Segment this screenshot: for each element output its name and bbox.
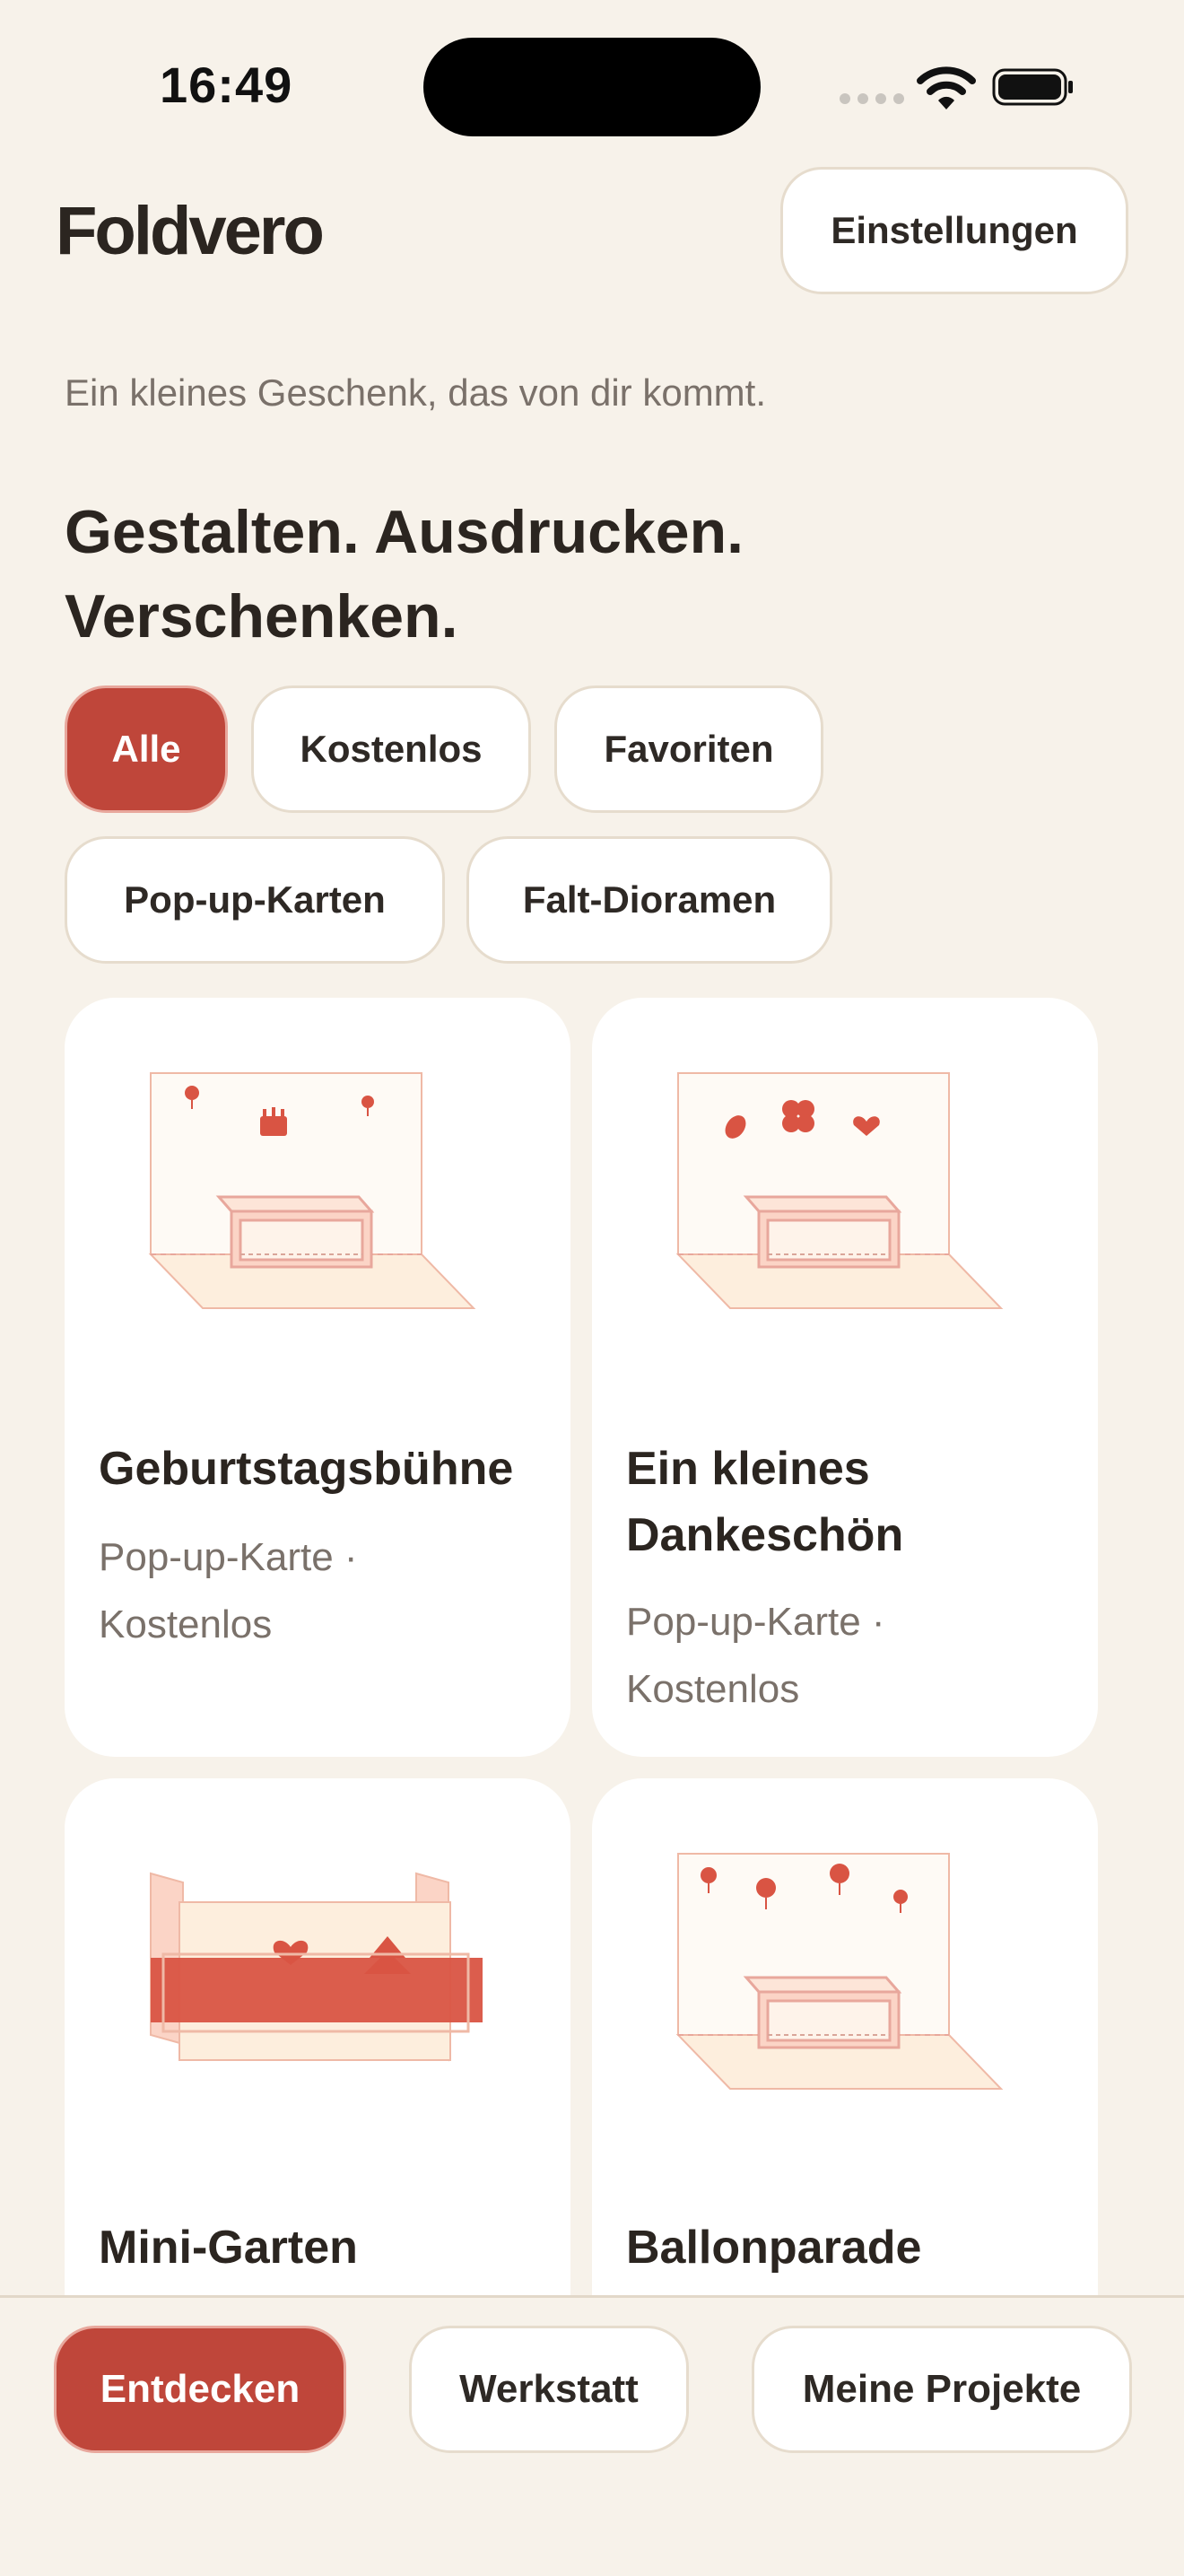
card-title: Ein kleines Dankeschön [626, 1436, 1075, 1568]
card-title: Mini-Garten [99, 2222, 358, 2274]
dynamic-island [423, 38, 761, 136]
card-meta-line-1: Pop-up-Karte · [99, 1535, 358, 1579]
card-meta: Pop-up-Karte · Kostenlos [626, 1588, 1075, 1723]
filter-chip-favoriten[interactable]: Favoriten [554, 685, 823, 813]
page-headline: Gestalten. Ausdrucken. Verschenken. [65, 490, 744, 659]
card-meta: Pop-up-Karte · Kostenlos [99, 1524, 547, 1658]
card-meta-line-2: Kostenlos [626, 1667, 800, 1711]
card-title: Geburtstagsbühne [99, 1443, 514, 1495]
filter-chip-kostenlos[interactable]: Kostenlos [251, 685, 531, 813]
tab-meine-projekte[interactable]: Meine Projekte [752, 2326, 1132, 2453]
birthday-popup-illustration [148, 1072, 476, 1309]
thank-you-popup-illustration [675, 1072, 1004, 1309]
settings-button[interactable]: Einstellungen [780, 167, 1128, 294]
filter-chip-popup-karten[interactable]: Pop-up-Karten [65, 836, 445, 964]
tagline: Ein kleines Geschenk, das von dir kommt. [65, 371, 767, 414]
template-card-geburtstagsbuehne[interactable]: Geburtstagsbühne Pop-up-Karte · Kostenlo… [65, 998, 570, 1757]
tab-werkstatt[interactable]: Werkstatt [409, 2326, 689, 2453]
card-title-line-2: Dankeschön [626, 1509, 904, 1561]
card-title-line-1: Ein kleines [626, 1443, 870, 1495]
balloon-popup-illustration [675, 1853, 1004, 2090]
headline-line-1: Gestalten. Ausdrucken. [65, 498, 744, 566]
filter-chip-falt-dioramen[interactable]: Falt-Dioramen [466, 836, 832, 964]
template-card-dankeschoen[interactable]: Ein kleines Dankeschön Pop-up-Karte · Ko… [592, 998, 1098, 1757]
battery-icon [992, 68, 1073, 106]
headline-line-2: Verschenken. [65, 582, 458, 651]
filter-chip-alle[interactable]: Alle [65, 685, 228, 813]
tab-entdecken[interactable]: Entdecken [54, 2326, 346, 2453]
card-title: Ballonparade [626, 2222, 922, 2274]
garden-diorama-illustration [150, 1872, 483, 2062]
cellular-signal-icon [840, 93, 904, 104]
status-time: 16:49 [160, 57, 293, 113]
wifi-icon [917, 66, 976, 109]
app-logo-title: Foldvero [56, 193, 325, 269]
card-meta-line-1: Pop-up-Karte · [626, 1600, 885, 1644]
card-meta-line-2: Kostenlos [99, 1602, 273, 1646]
